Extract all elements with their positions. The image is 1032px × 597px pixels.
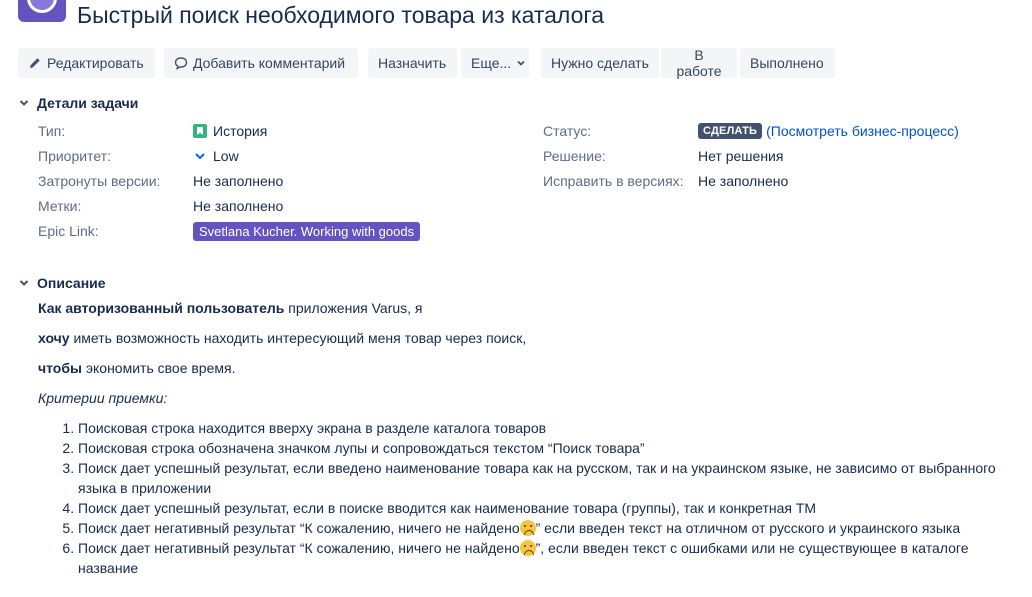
description-text-3: экономить свое время. xyxy=(81,360,236,376)
chevron-down-icon xyxy=(517,60,525,66)
status-badge: СДЕЛАТЬ xyxy=(698,123,763,139)
criteria-5-part-b: ” если введен текст на отличном от русск… xyxy=(535,520,961,536)
details-section-toggle[interactable]: Детали задачи xyxy=(18,95,138,111)
inprogress-label: В работе xyxy=(676,47,722,79)
labels-label: Метки: xyxy=(38,198,82,214)
todo-transition-button[interactable]: Нужно сделать xyxy=(541,48,659,78)
list-item: Поиск дает негативный результат “К сожал… xyxy=(78,538,998,578)
priority-value-text: Low xyxy=(213,148,239,164)
list-item: Поисковая строка обозначена значком лупы… xyxy=(78,438,998,458)
more-button[interactable]: Еще... xyxy=(461,48,529,78)
fix-versions-label: Исправить в версиях: xyxy=(543,173,684,189)
todo-label: Нужно сделать xyxy=(551,55,649,71)
low-priority-icon xyxy=(195,153,205,160)
comment-icon xyxy=(174,57,188,70)
priority-label: Приоритет: xyxy=(38,148,111,164)
description-line-1: Как авторизованный пользователь приложен… xyxy=(38,300,423,316)
inprogress-transition-button[interactable]: В работе xyxy=(661,47,737,79)
fix-versions-value: Не заполнено xyxy=(698,173,789,189)
criteria-6-part-a: Поиск дает негативный результат “К сожал… xyxy=(78,540,520,556)
list-item: Поисковая строка находится вверху экрана… xyxy=(78,418,998,438)
affects-versions-label: Затронуты версии: xyxy=(38,173,161,189)
description-heading: Описание xyxy=(37,275,106,291)
priority-value: Low xyxy=(193,148,239,164)
done-transition-button[interactable]: Выполнено xyxy=(740,48,835,78)
assign-button[interactable]: Назначить xyxy=(368,48,457,78)
type-value: История xyxy=(193,123,267,139)
issue-title: Быстрый поиск необходимого товара из кат… xyxy=(77,2,605,28)
edit-button-label: Редактировать xyxy=(47,55,144,71)
list-item: Поиск дает успешный результат, если в по… xyxy=(78,498,998,518)
add-comment-label: Добавить комментарий xyxy=(193,55,346,71)
more-label: Еще... xyxy=(471,55,512,71)
chevron-down-icon xyxy=(19,280,29,286)
criteria-5-part-a: Поиск дает негативный результат “К сожал… xyxy=(78,520,520,536)
assign-label: Назначить xyxy=(378,55,447,71)
list-item: Поиск дает негативный результат “К сожал… xyxy=(78,518,998,538)
description-bold-2: хочу xyxy=(38,330,70,346)
chevron-down-icon xyxy=(19,100,29,106)
done-label: Выполнено xyxy=(750,55,824,71)
description-text-1: приложения Varus, я xyxy=(284,300,423,316)
sad-face-icon xyxy=(519,540,536,556)
description-bold-3: чтобы xyxy=(38,360,82,376)
type-value-text: История xyxy=(213,123,268,139)
details-heading: Детали задачи xyxy=(37,95,139,111)
status-label: Статус: xyxy=(543,123,592,139)
description-bold-1: Как авторизованный пользователь xyxy=(38,300,285,316)
description-line-2: хочу иметь возможность находить интересу… xyxy=(38,330,526,346)
resolution-label: Решение: xyxy=(543,148,606,164)
labels-value: Не заполнено xyxy=(193,198,284,214)
criteria-title: Критерии приемки: xyxy=(38,390,168,406)
sad-face-icon xyxy=(519,520,536,536)
status-value: СДЕЛАТЬ ( Посмотреть бизнес-процесс ) xyxy=(698,123,959,139)
description-line-3: чтобы экономить свое время. xyxy=(38,360,235,376)
list-item: Поиск дает успешный результат, если введ… xyxy=(78,458,998,498)
edit-button[interactable]: Редактировать xyxy=(18,48,155,78)
type-label: Тип: xyxy=(38,123,66,139)
project-avatar[interactable] xyxy=(18,0,66,22)
workflow-close-paren: ) xyxy=(954,123,959,139)
description-text-2: иметь возможность находить интересующий … xyxy=(69,330,527,346)
epic-link-value: Svetlana Kucher. Working with goods xyxy=(193,222,421,241)
pencil-icon xyxy=(30,58,40,68)
epic-lozenge[interactable]: Svetlana Kucher. Working with goods xyxy=(193,222,421,241)
epic-link-label: Epic Link: xyxy=(38,223,99,239)
description-section-toggle[interactable]: Описание xyxy=(18,275,106,291)
acceptance-criteria-list: Поисковая строка находится вверху экрана… xyxy=(38,418,998,578)
add-comment-button[interactable]: Добавить комментарий xyxy=(164,48,358,78)
story-icon xyxy=(193,124,207,138)
resolution-value: Нет решения xyxy=(698,148,784,164)
affects-versions-value: Не заполнено xyxy=(193,173,284,189)
view-workflow-link[interactable]: Посмотреть бизнес-процесс xyxy=(771,123,954,139)
